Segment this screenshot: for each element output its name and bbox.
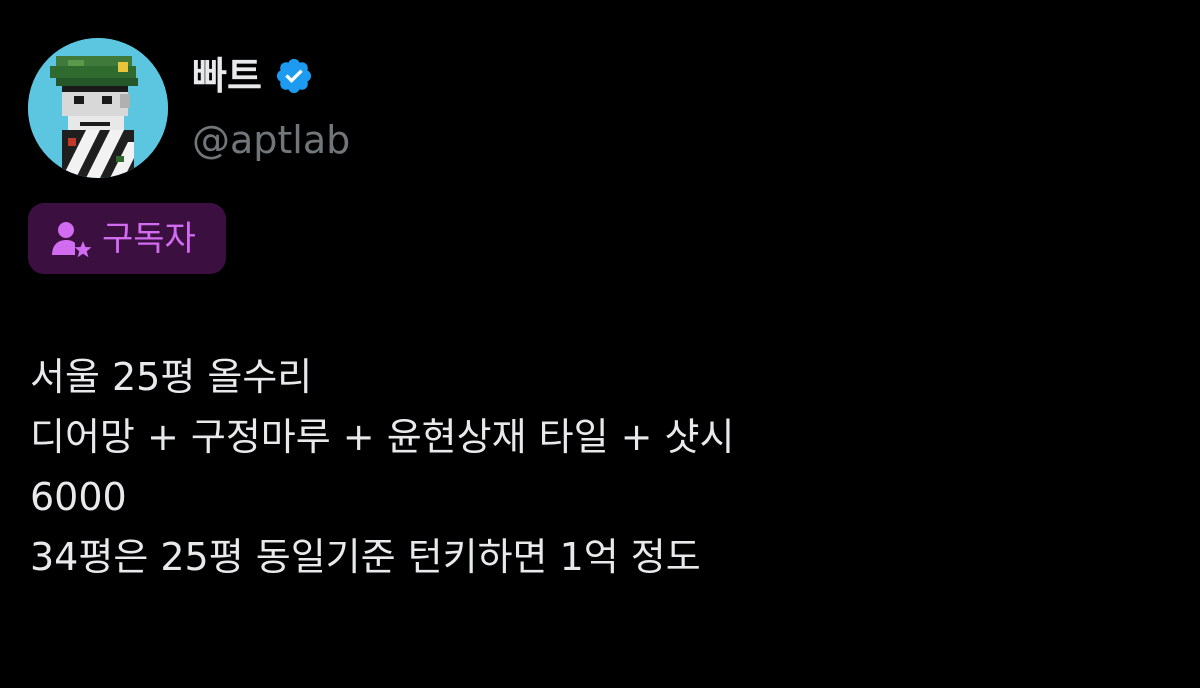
tweet-line: 34평은 25평 동일기준 턴키하면 1억 정도: [30, 535, 701, 579]
author-name-row[interactable]: 빠트: [192, 52, 314, 100]
author-handle[interactable]: @aptlab: [192, 116, 350, 164]
author-avatar[interactable]: [28, 38, 168, 178]
tweet-line: 디어망 + 구정마루 + 윤현상재 타일 + 샷시: [30, 415, 735, 459]
tweet-body: 서울 25평 올수리 디어망 + 구정마루 + 윤현상재 타일 + 샷시 600…: [30, 347, 1180, 587]
tweet-line: 서울 25평 올수리: [30, 355, 313, 399]
author-display-name[interactable]: 빠트: [192, 52, 262, 100]
subscriber-badge[interactable]: 구독자: [28, 203, 226, 274]
subscriber-person-star-icon: [52, 221, 92, 257]
pixel-art-avatar-icon: [28, 38, 168, 178]
verified-badge-icon: [276, 58, 312, 94]
tweet-line: 6000: [30, 475, 127, 519]
subscriber-badge-label: 구독자: [102, 218, 196, 259]
